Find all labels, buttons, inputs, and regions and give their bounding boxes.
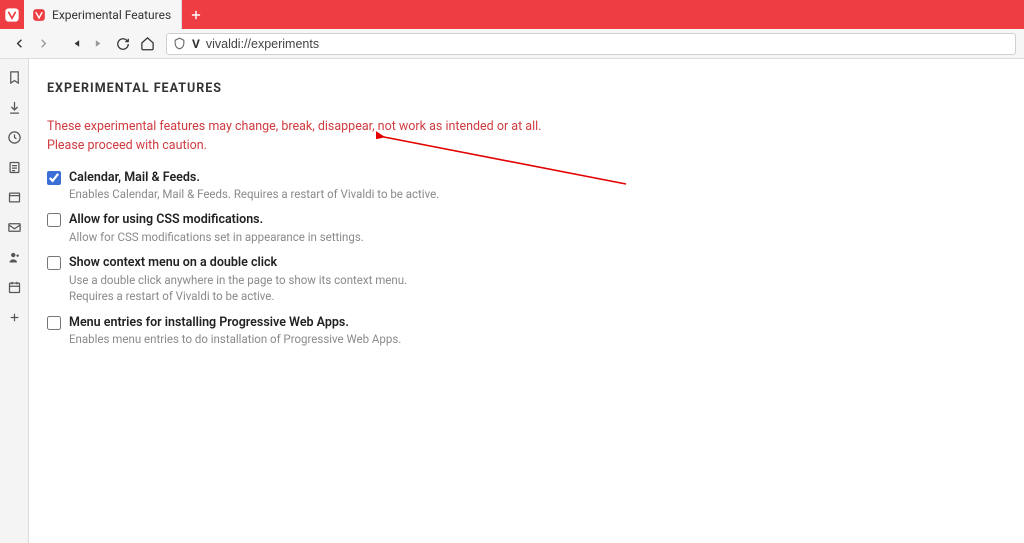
rewind-icon: [70, 38, 81, 49]
url-input[interactable]: [206, 37, 1009, 51]
tab-strip: Experimental Features: [0, 0, 1024, 29]
vivaldi-logo-icon: [4, 7, 20, 23]
feature-title: Calendar, Mail & Feeds.: [69, 170, 439, 187]
fast-forward-button[interactable]: [88, 33, 110, 55]
home-button[interactable]: [136, 33, 158, 55]
bookmark-icon: [7, 70, 22, 85]
vivaldi-v-icon: V: [192, 37, 200, 51]
panel-downloads[interactable]: [2, 95, 26, 119]
rewind-button[interactable]: [64, 33, 86, 55]
warning-line1: These experimental features may change, …: [47, 119, 541, 134]
feature-checkbox[interactable]: [47, 213, 61, 227]
mail-icon: [7, 220, 22, 235]
feature-checkbox[interactable]: [47, 316, 61, 330]
panel-bookmarks[interactable]: [2, 65, 26, 89]
feature-desc: Enables Calendar, Mail & Feeds. Requires…: [69, 186, 439, 202]
feature-css-modifications[interactable]: Allow for using CSS modifications. Allow…: [47, 212, 1016, 245]
feature-checkbox[interactable]: [47, 256, 61, 270]
forward-button[interactable]: [32, 33, 54, 55]
page-content: EXPERIMENTAL FEATURES These experimental…: [29, 59, 1024, 543]
feature-desc: Use a double click anywhere in the page …: [69, 272, 407, 304]
notes-icon: [7, 160, 22, 175]
panel-add[interactable]: [2, 305, 26, 329]
features-list: Calendar, Mail & Feeds. Enables Calendar…: [47, 170, 1016, 348]
panel-calendar[interactable]: [2, 275, 26, 299]
fast-forward-icon: [94, 38, 105, 49]
contacts-icon: [7, 250, 22, 265]
warning-text: These experimental features may change, …: [47, 118, 1016, 156]
feature-context-menu-dblclick[interactable]: Show context menu on a double click Use …: [47, 255, 1016, 304]
feature-pwa-menu-entries[interactable]: Menu entries for installing Progressive …: [47, 315, 1016, 348]
feature-calendar-mail-feeds[interactable]: Calendar, Mail & Feeds. Enables Calendar…: [47, 170, 1016, 203]
side-panel: [0, 59, 29, 543]
home-icon: [140, 36, 155, 51]
plus-icon: [189, 8, 203, 22]
feature-checkbox[interactable]: [47, 171, 61, 185]
reload-icon: [116, 37, 130, 51]
body-area: EXPERIMENTAL FEATURES These experimental…: [0, 59, 1024, 543]
panel-notes[interactable]: [2, 155, 26, 179]
feature-desc: Allow for CSS modifications set in appea…: [69, 229, 364, 245]
reload-button[interactable]: [112, 33, 134, 55]
back-button[interactable]: [8, 33, 30, 55]
warning-line2: Please proceed with caution.: [47, 138, 207, 153]
vivaldi-menu-button[interactable]: [0, 0, 24, 29]
history-icon: [7, 130, 22, 145]
window-icon: [7, 190, 22, 205]
toolbar: V: [0, 29, 1024, 59]
tab-title: Experimental Features: [52, 8, 171, 22]
feature-title: Show context menu on a double click: [69, 255, 407, 272]
panel-contacts[interactable]: [2, 245, 26, 269]
feature-title: Menu entries for installing Progressive …: [69, 315, 401, 332]
panel-window[interactable]: [2, 185, 26, 209]
page-title: EXPERIMENTAL FEATURES: [47, 81, 1016, 96]
chevron-left-icon: [12, 36, 27, 51]
download-icon: [7, 100, 22, 115]
tab-experimental-features[interactable]: Experimental Features: [24, 0, 182, 29]
panel-history[interactable]: [2, 125, 26, 149]
plus-icon: [8, 311, 21, 324]
new-tab-button[interactable]: [182, 0, 210, 29]
panel-mail[interactable]: [2, 215, 26, 239]
calendar-icon: [7, 280, 22, 295]
feature-desc: Enables menu entries to do installation …: [69, 331, 401, 347]
feature-title: Allow for using CSS modifications.: [69, 212, 364, 229]
address-bar[interactable]: V: [166, 33, 1016, 55]
shield-icon: [173, 37, 186, 50]
tab-favicon-icon: [32, 8, 46, 22]
chevron-right-icon: [36, 36, 51, 51]
